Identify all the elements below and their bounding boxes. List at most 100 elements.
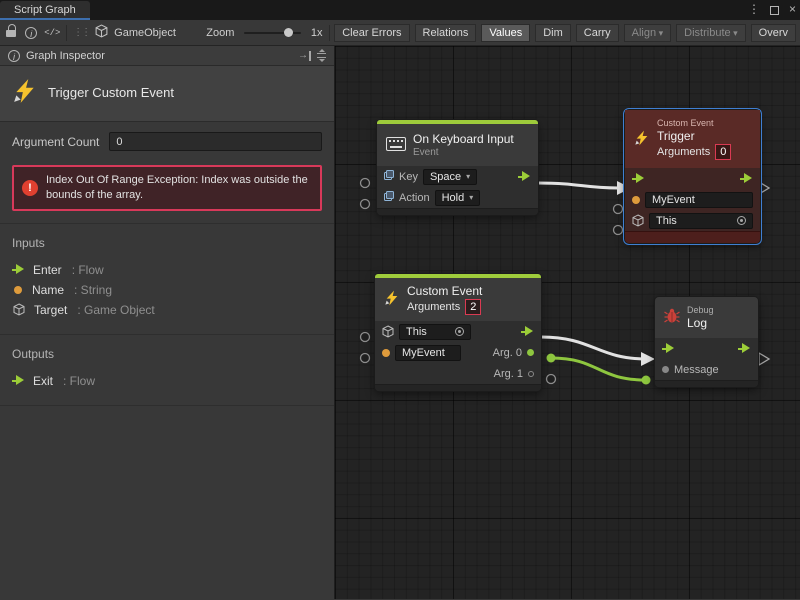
code-icon[interactable]	[44, 24, 60, 42]
window-menu-icon[interactable]: ⋮	[748, 2, 760, 16]
toolbar-divider	[329, 25, 330, 41]
port-action-input[interactable]	[361, 200, 370, 209]
output-port-exit: Exit : Flow	[12, 371, 322, 391]
align-button[interactable]: Align	[624, 24, 672, 42]
input-port-target: Target : Game Object	[12, 300, 322, 320]
string-port-icon	[14, 286, 22, 294]
node-header[interactable]: Custom Event Arguments 2	[375, 278, 541, 321]
lock-icon[interactable]	[4, 24, 18, 42]
wire-arguments-to-debug[interactable]	[541, 337, 647, 359]
close-icon[interactable]: ×	[789, 2, 796, 16]
action-label: Action	[399, 192, 430, 204]
node-header[interactable]: Debug Log	[655, 297, 758, 338]
port-arg0-output[interactable]	[547, 354, 556, 363]
node-header[interactable]: On Keyboard Input Event	[377, 124, 538, 166]
graph-canvas[interactable]: On Keyboard Input Event Key Space Action…	[335, 46, 800, 599]
wire-arg0-to-message[interactable]	[551, 358, 646, 380]
flow-input-arrow[interactable]	[632, 173, 645, 184]
input-port-name: Name : String	[12, 280, 322, 300]
flow-arrow-icon	[12, 375, 25, 386]
drag-handle-icon[interactable]: ⋮⋮	[73, 27, 89, 38]
node-custom-event-arguments[interactable]: Custom Event Arguments 2 This	[375, 274, 541, 391]
flow-row	[655, 338, 758, 359]
toolbar-divider	[66, 25, 67, 41]
target-field[interactable]: This	[399, 324, 471, 340]
target-field[interactable]: This	[649, 213, 753, 229]
flow-output-arrow[interactable]	[518, 171, 531, 182]
dock-icon[interactable]: →	[298, 51, 311, 61]
cube-icon	[632, 214, 644, 227]
port-name: Exit	[33, 374, 53, 388]
flow-row	[625, 168, 760, 189]
argument-count-badge: 0	[715, 144, 731, 160]
port-key-input[interactable]	[361, 179, 370, 188]
key-dropdown[interactable]: Space	[423, 169, 477, 185]
zoom-slider-knob[interactable]	[284, 28, 293, 37]
arg1-port-icon[interactable]	[528, 371, 534, 377]
error-icon	[22, 180, 38, 196]
info-icon[interactable]	[24, 24, 38, 42]
menu-icon[interactable]	[317, 49, 326, 62]
arg0-port-icon[interactable]	[527, 349, 534, 356]
port-arg1-output[interactable]	[547, 375, 556, 384]
action-dropdown[interactable]: Hold	[435, 190, 481, 206]
port-message-input-connected[interactable]	[642, 376, 651, 385]
cube-icon	[13, 303, 25, 316]
node-debug-log[interactable]: Debug Log Message	[655, 297, 758, 387]
bolt-icon	[384, 289, 400, 310]
flow-output-arrow[interactable]	[521, 326, 534, 337]
node-title: Log	[687, 316, 714, 330]
wire-arrowhead	[641, 352, 655, 366]
overview-button[interactable]: Overv	[751, 24, 796, 42]
event-name-field[interactable]: MyEvent	[645, 192, 753, 208]
zoom-label: Zoom	[206, 27, 234, 39]
flow-output-arrow[interactable]	[740, 173, 753, 184]
target-row: This	[625, 210, 760, 231]
window-tab-strip: Script Graph ⋮ ×	[0, 0, 800, 20]
arguments-label: Arguments	[407, 301, 460, 313]
node-footer	[375, 384, 541, 391]
message-port-icon[interactable]	[662, 366, 669, 373]
error-message-box: Index Out Of Range Exception: Index was …	[12, 165, 322, 211]
carry-button[interactable]: Carry	[576, 24, 619, 42]
object-picker-icon[interactable]	[455, 327, 464, 336]
port-arguments-name-input[interactable]	[361, 354, 370, 363]
gameobject-label[interactable]: GameObject	[114, 27, 176, 39]
flow-arrow-icon	[12, 264, 25, 275]
event-name-field[interactable]: MyEvent	[395, 345, 461, 361]
outputs-header: Outputs	[12, 347, 322, 361]
zoom-slider[interactable]	[244, 32, 301, 34]
node-header[interactable]: Custom Event Trigger Arguments 0	[625, 110, 760, 168]
argument-count-row: Argument Count	[0, 122, 334, 157]
string-port-icon	[382, 349, 390, 357]
object-picker-icon[interactable]	[737, 216, 746, 225]
values-button[interactable]: Values	[481, 24, 530, 42]
port-type: : String	[74, 283, 112, 297]
flow-input-arrow[interactable]	[662, 343, 675, 354]
wire-keyboard-to-trigger[interactable]	[538, 183, 618, 188]
port-type: : Flow	[63, 374, 95, 388]
port-arguments-target-input[interactable]	[361, 333, 370, 342]
play-marker-icon	[759, 353, 769, 365]
graph-toolbar: ⋮⋮ GameObject Zoom 1x Clear Errors Relat…	[0, 20, 800, 46]
node-on-keyboard-input[interactable]: On Keyboard Input Event Key Space Action…	[377, 120, 538, 215]
argument-count-input[interactable]	[109, 132, 322, 151]
relations-button[interactable]: Relations	[415, 24, 477, 42]
inputs-header: Inputs	[12, 236, 322, 250]
port-trigger-target-input[interactable]	[614, 226, 623, 235]
node-category: Custom Event	[657, 118, 731, 128]
clear-errors-button[interactable]: Clear Errors	[334, 24, 409, 42]
outputs-section: Outputs Exit : Flow	[0, 334, 334, 406]
maximize-icon[interactable]	[770, 6, 779, 15]
info-icon	[8, 50, 20, 62]
node-trigger-custom-event[interactable]: Custom Event Trigger Arguments 0 MyEvent	[625, 110, 760, 243]
port-name: Enter	[33, 263, 62, 277]
distribute-button[interactable]: Distribute	[676, 24, 746, 42]
node-title: On Keyboard Input	[413, 132, 514, 146]
port-trigger-name-input[interactable]	[614, 205, 623, 214]
event-name-row: MyEvent	[625, 189, 760, 210]
tab-script-graph[interactable]: Script Graph	[0, 1, 90, 20]
flow-output-arrow[interactable]	[738, 343, 751, 354]
arg1-label: Arg. 1	[494, 368, 523, 380]
dim-button[interactable]: Dim	[535, 24, 571, 42]
